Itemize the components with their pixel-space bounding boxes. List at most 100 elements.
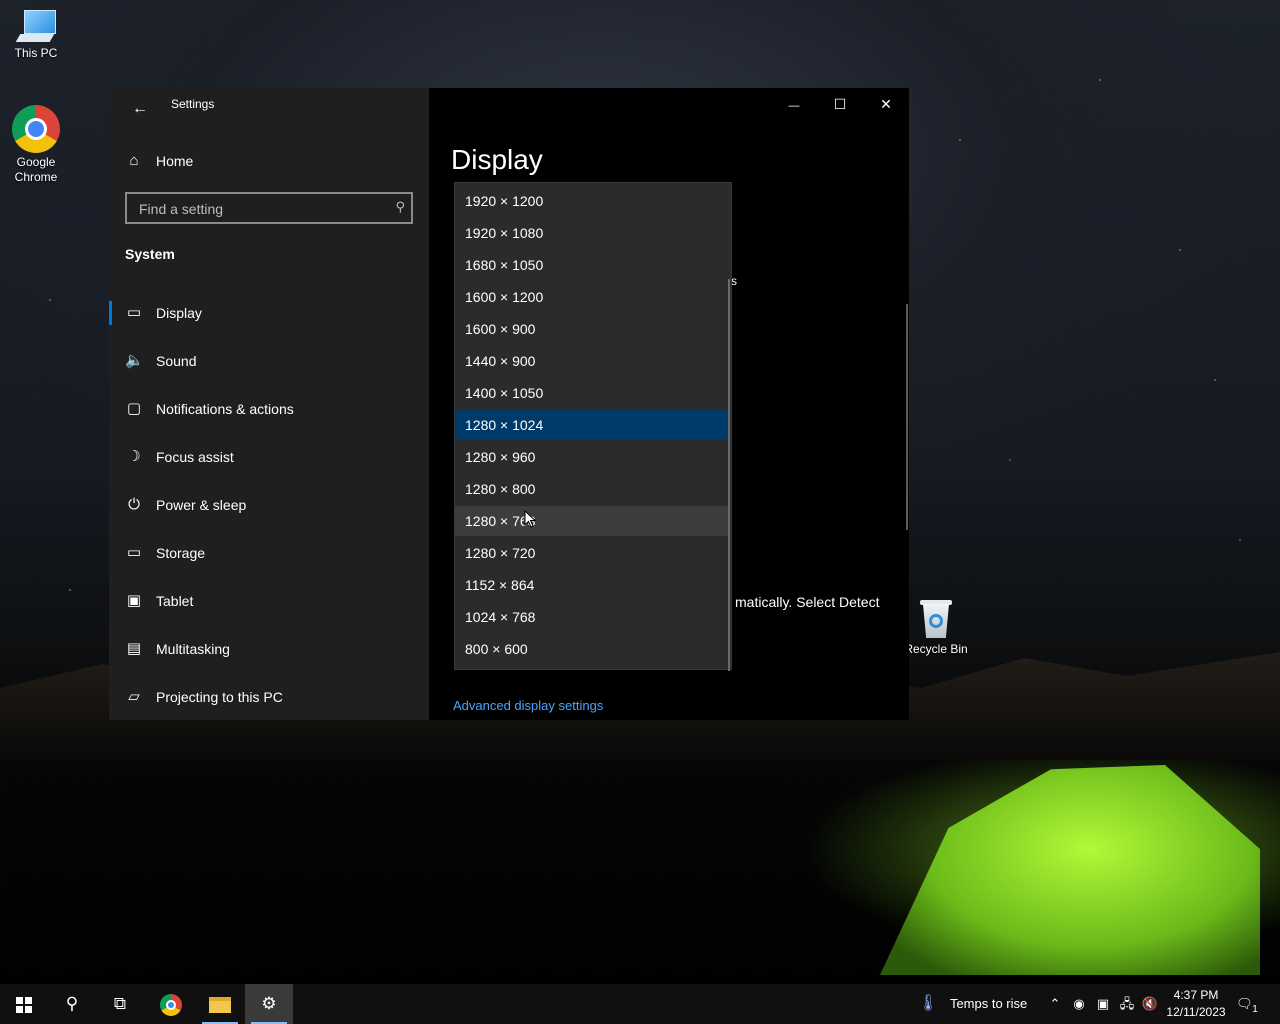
weather-widget[interactable]: 🌡 Temps to rise <box>918 984 1038 1024</box>
nav-item-focus-assist[interactable]: ☽ Focus assist <box>109 437 429 477</box>
resolution-option[interactable]: 1920 × 1200 <box>455 186 729 216</box>
chrome-icon <box>12 105 60 153</box>
projecting-icon: ▱ <box>128 688 140 705</box>
gear-icon: ⚙ <box>261 994 277 1013</box>
clock-time: 4:37 PM <box>1173 988 1219 1002</box>
nav-item-label: Storage <box>156 545 206 561</box>
task-view-button[interactable]: ⧉ <box>96 984 144 1024</box>
tablet-icon: ▣ <box>126 592 142 609</box>
settings-nav-pane: ← Settings ⌂ Home ⚲ System ▭ Display 🔈 S… <box>109 88 429 720</box>
resolution-option[interactable]: 1440 × 900 <box>455 346 729 376</box>
chrome-icon <box>160 993 182 1016</box>
close-button[interactable]: ✕ <box>863 88 909 120</box>
clock-date: 12/11/2023 <box>1166 1005 1226 1019</box>
window-title: Settings <box>171 97 215 111</box>
advanced-display-settings-link[interactable]: Advanced display settings <box>453 698 603 713</box>
action-center-button[interactable]: 🗨 1 <box>1236 984 1262 1024</box>
minimize-icon: — <box>788 100 800 112</box>
chevron-up-icon: ⌃ <box>1049 996 1061 1011</box>
desktop-icon-this-pc[interactable]: This PC <box>0 10 72 60</box>
resolution-option[interactable]: 1280 × 800 <box>455 474 729 504</box>
computer-icon <box>15 10 56 44</box>
windows-logo-icon <box>16 996 32 1013</box>
nav-item-label: Display <box>156 305 202 321</box>
resolution-option[interactable]: 1280 × 960 <box>455 442 729 472</box>
back-button[interactable]: ← <box>125 94 155 124</box>
section-heading: System <box>125 246 175 262</box>
detect-description-text: matically. Select Detect <box>735 594 880 610</box>
resolution-option[interactable]: 1024 × 768 <box>455 602 729 632</box>
nav-item-label: Multitasking <box>156 641 230 657</box>
search-input[interactable] <box>137 199 381 219</box>
nav-item-label: Notifications & actions <box>156 401 294 417</box>
volume-muted-icon[interactable]: 🔇 <box>1140 984 1160 1024</box>
power-icon: ⏻ <box>128 496 140 513</box>
taskbar-chrome[interactable] <box>147 984 195 1024</box>
resolution-option[interactable]: 1920 × 1080 <box>455 218 729 248</box>
desktop-icon-label: Google Chrome <box>14 155 58 184</box>
storage-icon: ▭ <box>126 544 142 561</box>
notification-icon: ▢ <box>126 400 142 417</box>
maximize-icon: ☐ <box>833 96 847 112</box>
desktop-icon-google-chrome[interactable]: Google Chrome <box>0 105 72 185</box>
nav-item-label: Sound <box>156 353 197 369</box>
resolution-option[interactable]: 1400 × 1050 <box>455 378 729 408</box>
resolution-option[interactable]: 1152 × 864 <box>455 570 729 600</box>
desktop-icon-recycle-bin[interactable]: Recycle Bin <box>900 598 972 656</box>
desktop-icon-label: Recycle Bin <box>904 642 968 656</box>
maximize-button[interactable]: ☐ <box>817 88 863 120</box>
resolution-option-selected[interactable]: 1280 × 1024 <box>455 410 729 440</box>
tray-record-icon[interactable]: ◉ <box>1070 984 1088 1024</box>
content-scrollbar[interactable] <box>906 304 908 530</box>
nav-item-sound[interactable]: 🔈 Sound <box>109 341 429 381</box>
home-icon: ⌂ <box>129 152 139 169</box>
close-icon: ✕ <box>880 96 892 112</box>
nav-item-multitasking[interactable]: ▤ Multitasking <box>109 629 429 669</box>
nav-item-projecting[interactable]: ▱ Projecting to this PC <box>109 677 429 717</box>
resolution-option[interactable]: 1680 × 1050 <box>455 250 729 280</box>
notification-count: 1 <box>1252 1004 1258 1015</box>
folder-icon <box>209 996 231 1013</box>
search-icon: ⚲ <box>395 199 405 214</box>
network-icon[interactable]: 🖧 <box>1117 984 1137 1024</box>
thermometer-icon: 🌡 <box>918 995 939 1012</box>
tray-app-icon[interactable]: ▣ <box>1094 984 1112 1024</box>
nav-home[interactable]: ⌂ Home <box>109 144 429 178</box>
multitasking-icon: ▤ <box>126 640 142 657</box>
nav-item-storage[interactable]: ▭ Storage <box>109 533 429 573</box>
taskbar-settings[interactable]: ⚙ <box>245 984 293 1024</box>
nav-item-label: Projecting to this PC <box>156 689 283 705</box>
notification-icon: 🗨 <box>1236 996 1253 1011</box>
taskbar-file-explorer[interactable] <box>196 984 244 1024</box>
dropdown-scrollbar[interactable] <box>728 279 730 671</box>
resolution-option-hovered[interactable]: 1280 × 768 <box>455 506 729 536</box>
resolution-option[interactable]: 1600 × 1200 <box>455 282 729 312</box>
search-button[interactable]: ⚲ <box>48 984 96 1024</box>
search-icon: ⚲ <box>65 994 79 1013</box>
speaker-icon: 🔈 <box>125 352 144 369</box>
task-view-icon: ⧉ <box>113 994 127 1013</box>
page-title: Display <box>451 144 543 175</box>
nav-item-tablet[interactable]: ▣ Tablet <box>109 581 429 621</box>
nav-item-label: Power & sleep <box>156 497 247 513</box>
nav-item-label: Focus assist <box>156 449 234 465</box>
clock[interactable]: 4:37 PM 12/11/2023 <box>1164 987 1228 1021</box>
minimize-button[interactable]: — <box>771 88 817 120</box>
nav-item-display[interactable]: ▭ Display <box>109 293 429 333</box>
resolution-dropdown-list: 1920 × 1200 1920 × 1080 1680 × 1050 1600… <box>454 182 732 671</box>
show-hidden-icons-button[interactable]: ⌃ <box>1046 984 1064 1024</box>
recycle-bin-icon <box>919 598 953 640</box>
mouse-cursor-icon <box>524 510 536 528</box>
resolution-option[interactable]: 800 × 600 <box>455 634 729 664</box>
back-arrow-icon: ← <box>132 100 148 117</box>
resolution-option[interactable]: 1600 × 900 <box>455 314 729 344</box>
nav-home-label: Home <box>156 153 194 169</box>
start-button[interactable] <box>0 984 48 1024</box>
resolution-option[interactable]: 1280 × 720 <box>455 538 729 568</box>
nav-item-power-sleep[interactable]: ⏻ Power & sleep <box>109 485 429 525</box>
taskbar: ⚲ ⧉ ⚙ 🌡 Temps to rise ⌃ ◉ ▣ 🖧 🔇 4:37 PM … <box>0 984 1280 1024</box>
wallpaper-tent <box>880 765 1260 975</box>
weather-text: Temps to rise <box>949 996 1028 1011</box>
desktop-icon-label: This PC <box>14 46 58 60</box>
nav-item-notifications[interactable]: ▢ Notifications & actions <box>109 389 429 429</box>
